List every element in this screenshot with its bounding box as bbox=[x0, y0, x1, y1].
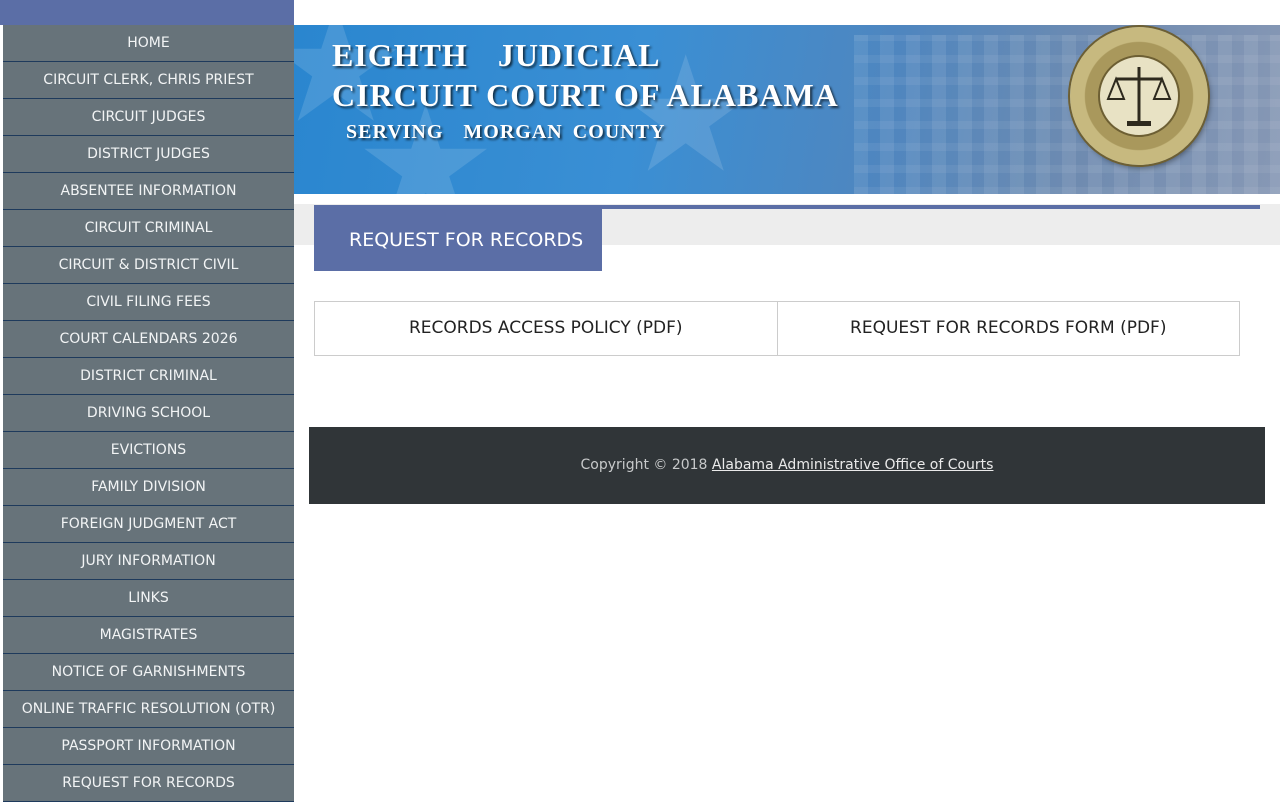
sidebar-item-circuit-judges[interactable]: CIRCUIT JUDGES bbox=[3, 99, 294, 136]
sidebar-item-circuit-district-civil[interactable]: CIRCUIT & DISTRICT CIVIL bbox=[3, 247, 294, 284]
sidebar-item-magistrates[interactable]: MAGISTRATES bbox=[3, 617, 294, 654]
records-access-policy-link[interactable]: RECORDS ACCESS POLICY (PDF) bbox=[314, 301, 778, 356]
sidebar-item-request-for-records[interactable]: REQUEST FOR RECORDS bbox=[3, 765, 294, 802]
document-links: RECORDS ACCESS POLICY (PDF) REQUEST FOR … bbox=[314, 301, 1240, 356]
request-for-records-form-link[interactable]: REQUEST FOR RECORDS FORM (PDF) bbox=[777, 301, 1240, 356]
sidebar-item-civil-filing-fees[interactable]: CIVIL FILING FEES bbox=[3, 284, 294, 321]
sidebar-item-family-division[interactable]: FAMILY DIVISION bbox=[3, 469, 294, 506]
sidebar-item-passport-information[interactable]: PASSPORT INFORMATION bbox=[3, 728, 294, 765]
site-banner: ★ ★ ★ EIGHTH JUDICIAL CIRCUIT COURT OF A… bbox=[294, 25, 1280, 194]
site-footer: Copyright © 2018 Alabama Administrative … bbox=[309, 427, 1265, 504]
sidebar-item-foreign-judgment-act[interactable]: FOREIGN JUDGMENT ACT bbox=[3, 506, 294, 543]
sidebar-item-online-traffic-resolution[interactable]: ONLINE TRAFFIC RESOLUTION (OTR) bbox=[3, 691, 294, 728]
sidebar-item-district-judges[interactable]: DISTRICT JUDGES bbox=[3, 136, 294, 173]
sidebar-item-district-criminal[interactable]: DISTRICT CRIMINAL bbox=[3, 358, 294, 395]
sidebar-item-court-calendars[interactable]: COURT CALENDARS 2026 bbox=[3, 321, 294, 358]
footer-copyright: Copyright © 2018 bbox=[580, 457, 712, 473]
sidebar: HOME CIRCUIT CLERK, CHRIS PRIEST CIRCUIT… bbox=[0, 0, 294, 802]
sidebar-item-absentee-information[interactable]: ABSENTEE INFORMATION bbox=[3, 173, 294, 210]
sidebar-item-circuit-clerk[interactable]: CIRCUIT CLERK, CHRIS PRIEST bbox=[3, 62, 294, 99]
sidebar-top-bar bbox=[0, 0, 294, 25]
footer-aoc-link[interactable]: Alabama Administrative Office of Courts bbox=[712, 457, 994, 473]
sidebar-item-home[interactable]: HOME bbox=[3, 25, 294, 62]
scales-of-justice-icon bbox=[1098, 55, 1180, 137]
page-title: REQUEST FOR RECORDS bbox=[314, 209, 602, 271]
sidebar-item-evictions[interactable]: EVICTIONS bbox=[3, 432, 294, 469]
banner-title-line-2: CIRCUIT COURT OF ALABAMA bbox=[332, 77, 839, 113]
sidebar-item-jury-information[interactable]: JURY INFORMATION bbox=[3, 543, 294, 580]
courthouse-image bbox=[854, 35, 1280, 194]
sidebar-item-notice-of-garnishments[interactable]: NOTICE OF GARNISHMENTS bbox=[3, 654, 294, 691]
sidebar-item-links[interactable]: LINKS bbox=[3, 580, 294, 617]
banner-subtitle: SERVING MORGAN COUNTY bbox=[346, 121, 666, 143]
sidebar-item-circuit-criminal[interactable]: CIRCUIT CRIMINAL bbox=[3, 210, 294, 247]
sidebar-nav: HOME CIRCUIT CLERK, CHRIS PRIEST CIRCUIT… bbox=[3, 25, 294, 802]
state-judicial-seal-icon bbox=[1070, 27, 1208, 165]
banner-title-line-1: EIGHTH JUDICIAL bbox=[332, 37, 661, 73]
sidebar-item-driving-school[interactable]: DRIVING SCHOOL bbox=[3, 395, 294, 432]
